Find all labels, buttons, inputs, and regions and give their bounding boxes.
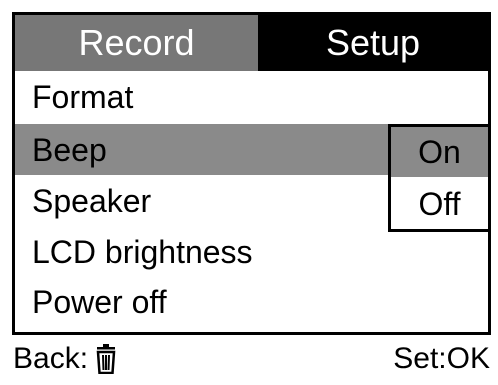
tab-record-label: Record	[78, 22, 195, 63]
tab-bar: Record Setup	[15, 15, 488, 71]
menu-item-lcd-brightness[interactable]: LCD brightness	[15, 226, 488, 277]
menu-item-power-off[interactable]: Power off	[15, 276, 488, 327]
tab-record[interactable]: Record	[15, 15, 258, 71]
menu-item-label: Beep	[32, 131, 107, 168]
menu-item-label: Power off	[32, 283, 167, 320]
menu-item-label: Format	[32, 78, 134, 115]
option-off[interactable]: Off	[391, 179, 488, 229]
footer-hints: Back: Set:OK	[0, 340, 498, 380]
tab-setup[interactable]: Setup	[258, 15, 488, 71]
back-label: Back:	[13, 342, 89, 375]
menu-item-label: LCD brightness	[32, 233, 253, 270]
option-label: On	[418, 134, 461, 170]
option-on[interactable]: On	[391, 127, 488, 177]
menu-item-format[interactable]: Format	[15, 71, 488, 122]
option-label: Off	[418, 186, 461, 222]
set-hint: Set:OK	[393, 344, 490, 374]
set-label: Set:OK	[393, 342, 490, 375]
beep-options-popup: On Off	[388, 124, 488, 232]
device-screen: Record Setup Format Beep Speaker LCD bri…	[12, 12, 491, 335]
menu-item-label: Speaker	[32, 182, 152, 219]
trash-icon	[96, 344, 116, 374]
back-hint: Back:	[13, 344, 118, 374]
tab-setup-label: Setup	[325, 22, 421, 63]
